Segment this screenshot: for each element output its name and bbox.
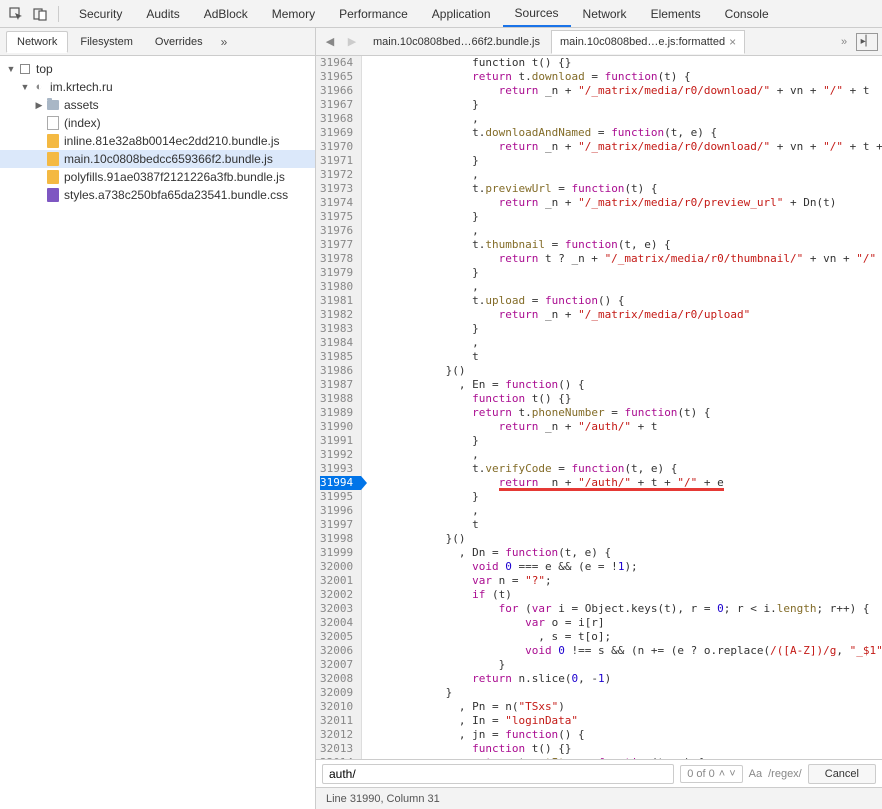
main-tabs: SecurityAuditsAdBlockMemoryPerformanceAp… — [67, 0, 876, 27]
source-tabs: ◀ ▶ main.10c0808bed…66f2.bundle.jsmain.1… — [316, 28, 882, 56]
panel-tab-application[interactable]: Application — [420, 0, 503, 27]
search-bar: 0 of 0 ˄ ˅ Aa /regex/ Cancel — [316, 759, 882, 787]
close-tab-icon[interactable]: × — [729, 35, 736, 49]
panel-tab-console[interactable]: Console — [713, 0, 781, 27]
nav-fwd-icon[interactable]: ▶ — [342, 32, 362, 52]
source-tab-1[interactable]: main.10c0808bed…e.js:formatted× — [551, 30, 745, 54]
tree-file-2[interactable]: polyfills.91ae0387f2121226a3fb.bundle.js — [0, 168, 315, 186]
cursor-position: Line 31990, Column 31 — [326, 793, 440, 805]
cancel-button[interactable]: Cancel — [808, 764, 876, 784]
more-tabs-icon[interactable]: » — [834, 32, 854, 52]
next-match-icon[interactable]: ˅ — [729, 768, 735, 780]
line-gutter[interactable]: 3196431965319663196731968319693197031971… — [316, 56, 362, 759]
source-tab-0[interactable]: main.10c0808bed…66f2.bundle.js — [364, 30, 549, 53]
tree-domain[interactable]: ▼◐im.krtech.ru — [0, 78, 315, 96]
file-tree: ▼top▼◐im.krtech.ru▶assets(index)inline.8… — [0, 56, 315, 809]
tree-file-3[interactable]: styles.a738c250bfa65da23541.bundle.css — [0, 186, 315, 204]
case-toggle[interactable]: Aa — [749, 768, 762, 780]
nav-tab-network[interactable]: Network — [6, 31, 68, 53]
panel-tab-sources[interactable]: Sources — [503, 0, 571, 27]
panel-tab-performance[interactable]: Performance — [327, 0, 420, 27]
divider — [58, 6, 59, 22]
status-bar: Line 31990, Column 31 — [316, 787, 882, 809]
regex-toggle[interactable]: /regex/ — [768, 768, 802, 780]
panel-tab-network[interactable]: Network — [571, 0, 639, 27]
nav-tab-filesystem[interactable]: Filesystem — [70, 32, 143, 52]
inspect-icon[interactable] — [6, 4, 26, 24]
nav-more-icon[interactable]: » — [215, 31, 234, 53]
prev-match-icon[interactable]: ˄ — [719, 768, 725, 780]
tree-folder-assets[interactable]: ▶assets — [0, 96, 315, 114]
panel-tab-security[interactable]: Security — [67, 0, 134, 27]
tree-file-1[interactable]: main.10c0808bedcc659366f2.bundle.js — [0, 150, 315, 168]
search-count: 0 of 0 ˄ ˅ — [680, 765, 742, 783]
search-input[interactable] — [322, 764, 674, 784]
code-editor[interactable]: 3196431965319663196731968319693197031971… — [316, 56, 882, 759]
panel-tab-audits[interactable]: Audits — [134, 0, 191, 27]
main-toolbar: SecurityAuditsAdBlockMemoryPerformanceAp… — [0, 0, 882, 28]
panel-tab-elements[interactable]: Elements — [639, 0, 713, 27]
device-toggle-icon[interactable] — [30, 4, 50, 24]
navigator-tabs: NetworkFilesystemOverrides» — [0, 28, 315, 56]
tree-top[interactable]: ▼top — [0, 60, 315, 78]
panel-tab-memory[interactable]: Memory — [260, 0, 327, 27]
overflow-icon[interactable]: ▸▏ — [856, 33, 878, 51]
nav-tab-overrides[interactable]: Overrides — [145, 32, 213, 52]
nav-back-icon[interactable]: ◀ — [320, 32, 340, 52]
source-panel: ◀ ▶ main.10c0808bed…66f2.bundle.jsmain.1… — [316, 28, 882, 809]
tree-file-index[interactable]: (index) — [0, 114, 315, 132]
code-lines[interactable]: function t() {} return t.download = func… — [362, 56, 882, 759]
tree-file-0[interactable]: inline.81e32a8b0014ec2dd210.bundle.js — [0, 132, 315, 150]
navigator-panel: NetworkFilesystemOverrides» ▼top▼◐im.krt… — [0, 28, 316, 809]
panel-tab-adblock[interactable]: AdBlock — [192, 0, 260, 27]
